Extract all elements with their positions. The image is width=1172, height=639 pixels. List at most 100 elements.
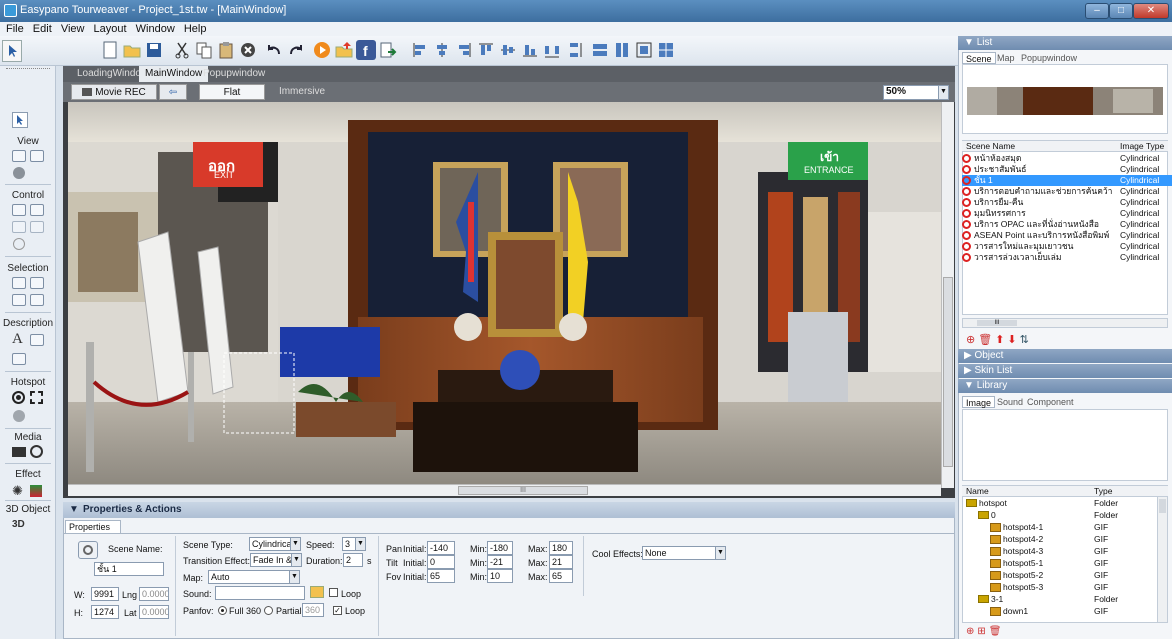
publish-icon[interactable] <box>334 40 354 60</box>
sound-loop-checkbox[interactable] <box>329 588 338 597</box>
video-icon[interactable] <box>12 447 26 457</box>
horizontal-scroll-thumb[interactable]: III <box>458 486 588 495</box>
rich-text-icon[interactable] <box>30 334 44 346</box>
library-list-item[interactable]: hotspot5-1 GIF <box>962 558 1162 569</box>
control-slider-icon[interactable] <box>12 221 26 233</box>
same-height-icon[interactable] <box>612 40 632 60</box>
spot-hotspot-icon[interactable] <box>13 410 25 422</box>
skin-list-section-header[interactable]: ▶ Skin List <box>958 364 1172 378</box>
facebook-icon[interactable]: f <box>356 40 376 60</box>
partial-radio[interactable] <box>264 606 273 615</box>
tab-map[interactable]: Map <box>994 52 1018 64</box>
add-folder-icon[interactable]: ⊞ <box>977 626 988 637</box>
collapse-arrow-icon[interactable]: ▼ <box>69 504 79 515</box>
move-up-icon[interactable]: ⬆ <box>995 334 1007 346</box>
scene-list-item[interactable]: ASEAN Point และบริการหนังสือพิมพ์ Cylindr… <box>962 230 1172 241</box>
scene-list-item[interactable]: ชั้น 1 Cylindrical <box>962 175 1172 186</box>
viewport-horizontal-scrollbar[interactable]: III <box>68 484 941 496</box>
control-sound-icon[interactable] <box>30 221 44 233</box>
sort-icon[interactable]: ⇅ <box>1020 334 1032 346</box>
same-size-icon[interactable] <box>634 40 654 60</box>
scene-name-input[interactable]: ชั้น 1 <box>94 562 164 576</box>
circle-hotspot-icon[interactable] <box>12 391 25 404</box>
library-list-item[interactable]: hotspot4-3 GIF <box>962 546 1162 557</box>
cool-effects-select[interactable]: None ▼ <box>642 546 726 560</box>
tab-scene[interactable]: Scene <box>962 52 996 64</box>
library-list-item[interactable]: hotspot Folder <box>962 498 1162 509</box>
close-button[interactable]: ✕ <box>1133 3 1169 19</box>
scene-list-item[interactable]: มุมนิทรรศการ Cylindrical <box>962 208 1172 219</box>
minimize-button[interactable]: – <box>1085 3 1109 19</box>
selection-image-icon[interactable] <box>30 294 44 306</box>
panorama-viewport[interactable]: ออก EXIT เข้า ENTRANCE <box>68 102 941 488</box>
full360-radio[interactable] <box>218 606 227 615</box>
scene-list-item[interactable]: ประชาสัมพันธ์ Cylindrical <box>962 164 1172 175</box>
description-image-icon[interactable] <box>12 353 26 365</box>
tab-properties[interactable]: Properties <box>65 520 121 533</box>
paste-icon[interactable] <box>216 40 236 60</box>
vertical-scroll-thumb[interactable] <box>943 277 953 467</box>
list-section-header[interactable]: ▼ List <box>958 36 1172 50</box>
control-button-icon[interactable] <box>12 204 26 216</box>
lib-name-column[interactable]: Name <box>966 486 989 496</box>
add-scene-icon[interactable]: ⊕ <box>966 334 978 346</box>
tab-popup-window[interactable]: Popupwindow <box>197 66 271 82</box>
tab-popupwindow[interactable]: Popupwindow <box>1018 52 1080 64</box>
tilt-initial-input[interactable]: 0 <box>427 555 455 569</box>
distribute-horizontal-icon[interactable] <box>542 40 562 60</box>
move-down-icon[interactable]: ⬇ <box>1007 334 1019 346</box>
tilt-max-input[interactable]: 21 <box>549 555 573 569</box>
viewport-vertical-scrollbar[interactable] <box>941 102 954 488</box>
fov-min-input[interactable]: 10 <box>487 569 513 583</box>
3d-object-icon[interactable]: 3D <box>12 519 25 530</box>
back-arrow-icon[interactable]: ⇦ <box>159 84 187 100</box>
library-list-item[interactable]: hotspot4-2 GIF <box>962 534 1162 545</box>
selection-list-icon[interactable] <box>12 277 26 289</box>
lng-input[interactable]: 0.0000 <box>139 587 169 601</box>
scene-list-scroll-thumb[interactable]: III <box>977 320 1017 326</box>
delete-icon[interactable] <box>238 40 258 60</box>
movie-rec-button[interactable]: Movie REC <box>71 84 157 100</box>
object-section-header[interactable]: ▶ Object <box>958 349 1172 363</box>
align-middle-icon[interactable] <box>498 40 518 60</box>
menu-file[interactable]: File <box>6 22 24 36</box>
browse-folder-icon[interactable] <box>310 586 324 598</box>
scene-type-select[interactable]: Cylindrical ▼ <box>249 537 301 551</box>
panfov-loop-checkbox[interactable]: ✓ <box>333 606 342 615</box>
fov-initial-input[interactable]: 65 <box>427 569 455 583</box>
pointer-tool-icon[interactable] <box>2 40 22 62</box>
tilt-min-input[interactable]: -21 <box>487 555 513 569</box>
align-top-icon[interactable] <box>476 40 496 60</box>
distribute-vertical-icon[interactable] <box>564 40 584 60</box>
menu-help[interactable]: Help <box>184 22 207 36</box>
scene-list-item[interactable]: บริการยืม-คืน Cylindrical <box>962 197 1172 208</box>
copy-icon[interactable] <box>194 40 214 60</box>
partial-input[interactable]: 360 <box>302 603 324 617</box>
flash-icon[interactable] <box>30 445 43 458</box>
immersive-view-button[interactable]: Immersive <box>269 84 335 100</box>
image-type-column[interactable]: Image Type <box>1120 141 1164 151</box>
tab-image[interactable]: Image <box>962 396 996 408</box>
duration-input[interactable]: 2 <box>343 553 363 567</box>
align-right-icon[interactable] <box>454 40 474 60</box>
particle-effect-icon[interactable] <box>30 485 42 497</box>
delete-library-item-icon[interactable]: 🗑 <box>989 626 1005 637</box>
align-left-icon[interactable] <box>410 40 430 60</box>
tab-sound[interactable]: Sound <box>994 396 1026 408</box>
lib-type-column[interactable]: Type <box>1094 486 1112 496</box>
open-project-icon[interactable] <box>122 40 142 60</box>
fov-max-input[interactable]: 65 <box>549 569 573 583</box>
menu-view[interactable]: View <box>61 22 85 36</box>
redo-icon[interactable] <box>286 40 306 60</box>
delete-scene-icon[interactable]: 🗑 <box>978 334 995 346</box>
menu-edit[interactable]: Edit <box>33 22 52 36</box>
selection-combo-icon[interactable] <box>30 277 44 289</box>
lat-input[interactable]: 0.0000 <box>139 605 169 619</box>
preview-icon[interactable] <box>312 40 332 60</box>
scene-list-item[interactable]: วารสารใหม่และมุมเยาวชน Cylindrical <box>962 241 1172 252</box>
pan-initial-input[interactable]: -140 <box>427 541 455 555</box>
pan-min-input[interactable]: -180 <box>487 541 513 555</box>
scene-list-hscrollbar[interactable]: III <box>962 318 1168 328</box>
select-tool-icon[interactable] <box>12 112 28 128</box>
library-list-item[interactable]: hotspot5-3 GIF <box>962 582 1162 593</box>
